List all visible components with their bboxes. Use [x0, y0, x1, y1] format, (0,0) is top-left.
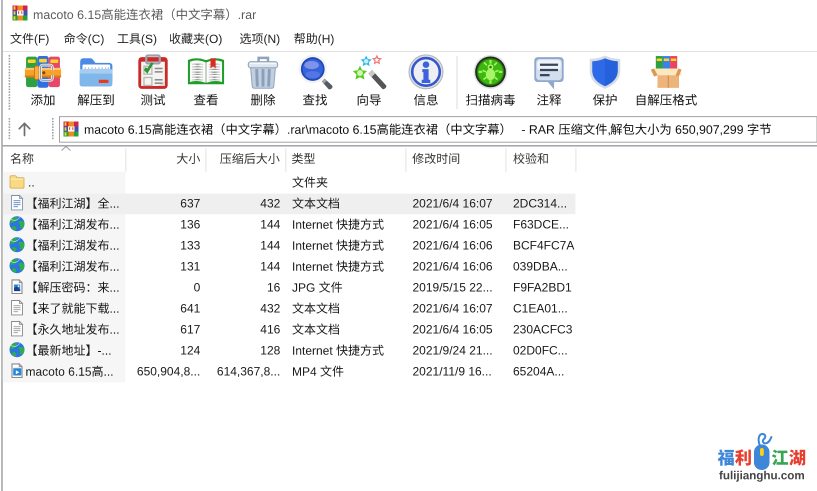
- svg-text:133: 133: [180, 239, 200, 253]
- svg-text:2021/11/9 16...: 2021/11/9 16...: [413, 365, 492, 379]
- svg-text:2021/6/4 16:05: 2021/6/4 16:05: [413, 323, 493, 337]
- svg-text:124: 124: [180, 344, 200, 358]
- svg-text:230ACFC3: 230ACFC3: [513, 323, 573, 337]
- svg-text:BCF4FC7A: BCF4FC7A: [513, 239, 574, 253]
- svg-text:144: 144: [260, 239, 280, 253]
- svg-text:2021/6/4 16:05: 2021/6/4 16:05: [413, 218, 493, 232]
- svg-text:131: 131: [180, 260, 200, 274]
- svg-text:617: 617: [180, 323, 200, 337]
- svg-text:650,904,8...: 650,904,8...: [137, 365, 200, 379]
- svg-text:2021/9/24 21...: 2021/9/24 21...: [413, 344, 493, 358]
- svg-text:144: 144: [260, 260, 280, 274]
- svg-text:2019/5/15 22...: 2019/5/15 22...: [413, 281, 493, 295]
- svg-text:02D0FC...: 02D0FC...: [513, 344, 568, 358]
- svg-text:432: 432: [260, 302, 280, 316]
- svg-text:641: 641: [180, 302, 200, 316]
- svg-text:..: ..: [28, 176, 35, 190]
- svg-text:2021/6/4 16:06: 2021/6/4 16:06: [413, 260, 493, 274]
- svg-text:2DC314...: 2DC314...: [513, 197, 567, 211]
- svg-text:432: 432: [260, 197, 280, 211]
- svg-text:C1EA01...: C1EA01...: [513, 302, 568, 316]
- svg-text:136: 136: [180, 218, 200, 232]
- svg-text:2021/6/4 16:07: 2021/6/4 16:07: [413, 302, 493, 316]
- svg-text:16: 16: [267, 281, 281, 295]
- svg-text:F9FA2BD1: F9FA2BD1: [513, 281, 572, 295]
- svg-text:0: 0: [194, 281, 201, 295]
- svg-text:65204A...: 65204A...: [513, 365, 564, 379]
- svg-text:128: 128: [260, 344, 280, 358]
- svg-text:144: 144: [260, 218, 280, 232]
- svg-text:614,367,8...: 614,367,8...: [217, 365, 280, 379]
- svg-text:2021/6/4 16:06: 2021/6/4 16:06: [413, 239, 493, 253]
- svg-text:039DBA...: 039DBA...: [513, 260, 568, 274]
- svg-text:F63DCE...: F63DCE...: [513, 218, 569, 232]
- svg-text:2021/6/4 16:07: 2021/6/4 16:07: [413, 197, 493, 211]
- svg-text:416: 416: [260, 323, 280, 337]
- svg-text:637: 637: [180, 197, 200, 211]
